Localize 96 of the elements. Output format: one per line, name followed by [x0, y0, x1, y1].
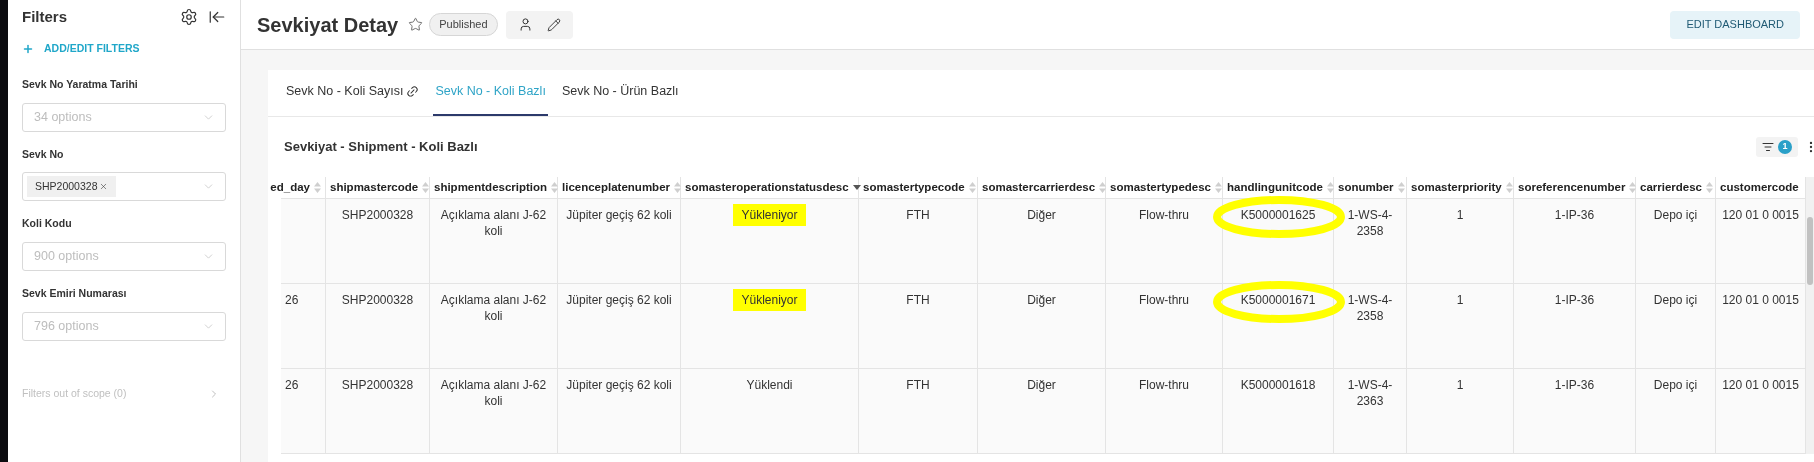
settings-icon[interactable]	[180, 8, 198, 26]
table-cell: SHP2000328	[341, 378, 414, 392]
table-cell: Depo içi	[1653, 208, 1698, 222]
table-cell: Depo içi	[1653, 378, 1698, 392]
filter-icon	[1762, 141, 1774, 153]
dashboard-tab[interactable]: Sevk No - Ürün Bazlı	[559, 69, 681, 116]
user-icon[interactable]	[517, 17, 533, 32]
table-cell: 1-IP-36	[1554, 378, 1595, 392]
filter-label: Sevk No Yaratma Tarihi	[22, 76, 139, 92]
sort-icon[interactable]	[968, 182, 976, 193]
table-cell: FTH	[906, 378, 930, 392]
table-cell: Jüpiter geçiş 62 koli	[566, 293, 672, 307]
sort-icon[interactable]	[422, 182, 430, 193]
sort-icon[interactable]	[1706, 182, 1714, 193]
column-header[interactable]: ed_day	[270, 178, 310, 197]
table-cell: 1	[1456, 378, 1464, 392]
sort-icon[interactable]	[1326, 182, 1334, 193]
table-cell: K5000001671	[1240, 293, 1316, 307]
table-cell: Açıklama alanı J-62 koli	[440, 378, 547, 408]
table-cell: 1-WS-4-2358	[1347, 293, 1393, 323]
table-cell: Diğer	[1027, 293, 1056, 307]
sort-icon[interactable]	[551, 182, 559, 193]
table-cell: 1-IP-36	[1554, 293, 1595, 307]
table-cell: 120 01 0 0015	[1722, 293, 1799, 307]
column-header[interactable]: somastertypecode	[863, 178, 965, 197]
table-cell: 1-IP-36	[1554, 208, 1595, 222]
column-header[interactable]: somastercarrierdesc	[982, 178, 1096, 197]
edit-dashboard-button[interactable]: EDIT DASHBOARD	[1670, 10, 1800, 39]
table-cell: Flow-thru	[1139, 378, 1189, 392]
table-cell: 120 01 0 0015	[1722, 208, 1799, 222]
column-header[interactable]: customercode	[1720, 178, 1799, 197]
filter-label: Sevk Emiri Numarası	[22, 286, 128, 301]
table-cell: Yüklendi	[746, 378, 793, 392]
table-cell: Diğer	[1027, 378, 1056, 392]
table-cell-text: 26	[285, 292, 300, 308]
table-cell: 1-WS-4-2363	[1347, 378, 1393, 408]
sort-descending-icon[interactable]	[852, 185, 861, 190]
column-header[interactable]: somastertypedesc	[1110, 178, 1211, 197]
filter-select[interactable]: 34 options	[22, 102, 226, 132]
sort-icon[interactable]	[1215, 182, 1222, 193]
table-cell: FTH	[906, 293, 930, 307]
sort-icon[interactable]	[1099, 182, 1107, 193]
sort-icon[interactable]	[1629, 182, 1637, 193]
table-cell: K5000001618	[1240, 378, 1316, 392]
table-cell: Yükleniyor	[733, 204, 806, 226]
status-badge: Published	[429, 13, 498, 36]
sidebar-title: Filters	[22, 6, 67, 27]
remove-tag-icon[interactable]	[99, 182, 109, 192]
pencil-icon[interactable]	[546, 17, 561, 32]
table-cell: Yükleniyor	[733, 289, 806, 311]
filter-select-input[interactable]: 796 options	[34, 316, 174, 336]
column-header[interactable]: somasterpriority	[1411, 178, 1502, 197]
filter-select[interactable]: 900 options	[22, 242, 226, 271]
table-cell-text: 26	[285, 377, 300, 393]
sort-icon[interactable]	[1397, 182, 1405, 193]
filter-tag: SHP2000328	[27, 176, 117, 198]
column-header[interactable]: licenceplatenumber	[562, 178, 670, 197]
column-header[interactable]: somasteroperationstatusdesc	[685, 178, 849, 197]
filter-select-input[interactable]: 900 options	[34, 247, 174, 266]
star-icon[interactable]	[408, 17, 424, 32]
table-cell: Flow-thru	[1139, 208, 1189, 222]
filter-count-badge: 1	[1778, 140, 1792, 154]
table-cell: Jüpiter geçiş 62 koli	[566, 378, 672, 392]
chart-title: Sevkiyat - Shipment - Koli Bazlı	[284, 138, 478, 157]
table-cell: FTH	[906, 208, 930, 222]
filter-label: Sevk No	[22, 146, 65, 162]
table-cell: 1-WS-4-2358	[1347, 208, 1393, 238]
plus-icon	[22, 42, 34, 55]
table-cell: Depo içi	[1653, 293, 1698, 307]
column-header[interactable]: shipmastercode	[330, 178, 419, 197]
table-cell: Jüpiter geçiş 62 koli	[566, 208, 672, 222]
table-cell: SHP2000328	[341, 208, 414, 222]
filter-select[interactable]: SHP2000328	[22, 172, 226, 202]
table-cell: 1	[1456, 208, 1464, 222]
table-cell: Flow-thru	[1139, 293, 1189, 307]
table-cell: 1	[1456, 293, 1464, 307]
filter-label: Koli Kodu	[22, 216, 73, 232]
collapse-icon[interactable]	[208, 8, 226, 26]
table-cell: 120 01 0 0015	[1722, 378, 1799, 392]
table-cell: Açıklama alanı J-62 koli	[440, 208, 547, 238]
sort-icon[interactable]	[314, 182, 321, 193]
filter-select-input[interactable]: 34 options	[34, 107, 174, 127]
column-header[interactable]: shipmentdescription	[434, 178, 548, 197]
dashboard-tab[interactable]: Sevk No - Koli Sayısı	[284, 69, 422, 116]
dashboard-title: Sevkiyat Detay	[257, 12, 399, 38]
table-cell: Açıklama alanı J-62 koli	[440, 293, 547, 323]
table-cell: Diğer	[1027, 208, 1056, 222]
table-cell: SHP2000328	[341, 293, 414, 307]
filter-select[interactable]: 796 options	[22, 311, 226, 341]
column-header[interactable]: carrierdesc	[1640, 178, 1703, 197]
column-header[interactable]: soreferencenumber	[1518, 178, 1626, 197]
sort-icon[interactable]	[674, 182, 681, 193]
column-header[interactable]: sonumber	[1338, 178, 1394, 197]
column-header[interactable]: handlingunitcode	[1227, 178, 1323, 197]
table-cell: K5000001625	[1240, 208, 1316, 222]
sort-icon[interactable]	[1505, 182, 1513, 193]
